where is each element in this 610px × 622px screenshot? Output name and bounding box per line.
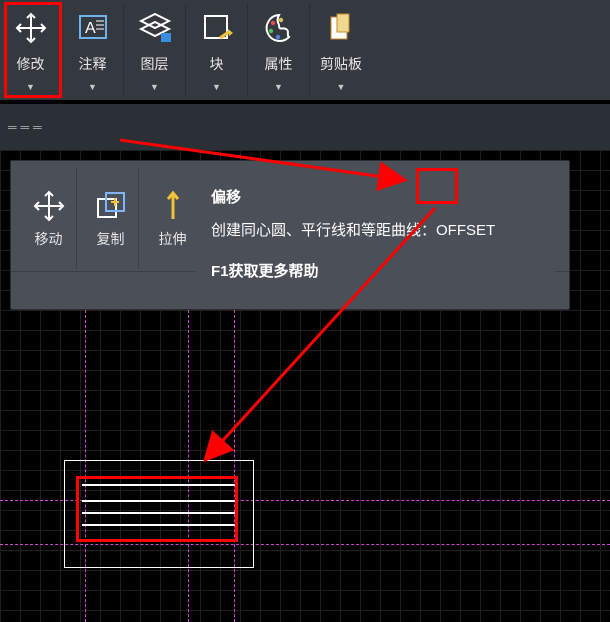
ribbon-item-modify[interactable]: 修改 ▼: [0, 4, 62, 96]
cad-line: [82, 500, 237, 502]
ribbon-item-annotate[interactable]: A 注释 ▼: [62, 4, 124, 96]
chevron-down-icon: ▼: [337, 83, 346, 92]
move-button[interactable]: 移动: [21, 169, 77, 269]
clipboard-icon: [323, 10, 359, 46]
ribbon-item-layers[interactable]: 图层 ▼: [124, 4, 186, 96]
ribbon-label: 注释: [79, 54, 107, 74]
stretch-button[interactable]: 拉伸: [145, 169, 201, 269]
cad-line: [82, 484, 237, 486]
palette-icon: [261, 10, 297, 46]
ribbon-item-properties[interactable]: 属性 ▼: [248, 4, 310, 96]
copy-icon: [94, 189, 128, 223]
layers-icon: [137, 10, 173, 46]
cad-line: [82, 524, 237, 526]
chevron-down-icon: ▼: [26, 83, 35, 92]
status-segment: ═══: [8, 120, 42, 134]
ribbon-label: 修改: [17, 54, 45, 74]
tooltip-title: 偏移: [211, 184, 539, 211]
stretch-icon: [156, 189, 190, 223]
cad-rect-outer: [64, 460, 254, 568]
ribbon-label: 剪贴板: [320, 54, 362, 74]
tooltip-offset: 偏移 创建同心圆、平行线和等距曲线：OFFSET F1获取更多帮助: [195, 170, 555, 299]
svg-text:A: A: [85, 20, 96, 37]
chevron-down-icon: ▼: [274, 83, 283, 92]
cad-line: [82, 512, 237, 514]
tooltip-description: 创建同心圆、平行线和等距曲线：OFFSET: [211, 217, 539, 244]
text-style-icon: A: [75, 10, 111, 46]
ribbon-label: 属性: [265, 54, 293, 74]
move-arrows-icon: [13, 10, 49, 46]
top-ribbon: 修改 ▼ A 注释 ▼ 图层 ▼ 块 ▼ 属性 ▼ 剪贴板 ▼: [0, 0, 610, 100]
chevron-down-icon: ▼: [150, 83, 159, 92]
block-icon: [199, 10, 235, 46]
ribbon-label: 块: [210, 54, 224, 74]
copy-button[interactable]: 复制: [83, 169, 139, 269]
ribbon-label: 图层: [141, 54, 169, 74]
status-strip: ═══: [0, 104, 610, 150]
btn-label: 复制: [97, 229, 125, 249]
btn-label: 拉伸: [159, 229, 187, 249]
move-icon: [32, 189, 66, 223]
ribbon-item-clipboard[interactable]: 剪贴板 ▼: [310, 4, 372, 96]
tooltip-help: F1获取更多帮助: [211, 258, 539, 285]
btn-label: 移动: [35, 229, 63, 249]
ribbon-item-block[interactable]: 块 ▼: [186, 4, 248, 96]
chevron-down-icon: ▼: [88, 83, 97, 92]
chevron-down-icon: ▼: [212, 83, 221, 92]
